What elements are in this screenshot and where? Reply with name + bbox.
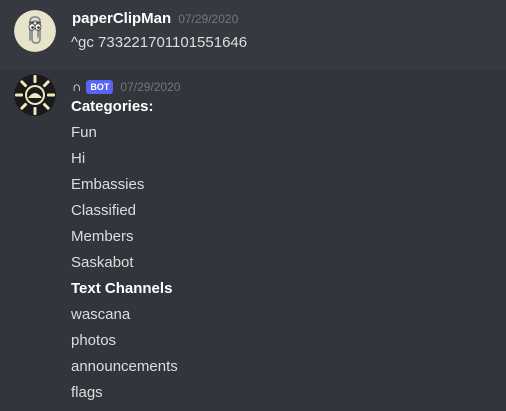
bot-username[interactable]: ∩ — [72, 79, 81, 95]
message-line: wascana — [71, 306, 131, 323]
avatar[interactable] — [14, 10, 56, 52]
timestamp: 07/29/2020 — [178, 12, 239, 26]
message-header: paperClipMan 07/29/2020 — [72, 9, 238, 29]
message-group: paperClipMan 07/29/2020 ^gc 733221701101… — [0, 0, 506, 64]
avatar[interactable] — [14, 74, 56, 116]
message-line: Saskabot — [71, 254, 134, 271]
message-line: Text Channels — [71, 280, 173, 297]
message-line: photos — [71, 332, 117, 349]
username[interactable]: paperClipMan — [72, 9, 171, 29]
message-line: Hi — [71, 150, 86, 167]
chat-messages: paperClipMan 07/29/2020 ^gc 733221701101… — [0, 0, 506, 411]
message-line: announcements — [71, 358, 178, 375]
message-line: Embassies — [71, 176, 145, 193]
message-group-bot: ∩ BOT 07/29/2020 Categories: Fun Hi Emba… — [0, 70, 506, 411]
message-line: Categories: — [71, 98, 154, 115]
message-line: flags — [71, 384, 103, 401]
bot-badge: BOT — [86, 80, 114, 94]
message-line: Members — [71, 228, 134, 245]
message-line: Classified — [71, 202, 137, 219]
message-header: ∩ BOT 07/29/2020 — [72, 77, 180, 97]
timestamp: 07/29/2020 — [120, 80, 181, 94]
message-content: ^gc 733221701101551646 — [71, 34, 248, 51]
paperclip-avatar-icon — [14, 10, 56, 52]
sun-avatar-icon — [14, 74, 56, 116]
message-lines: Categories: Fun Hi Embassies Classified … — [71, 97, 178, 409]
message-line: Fun — [71, 124, 97, 141]
